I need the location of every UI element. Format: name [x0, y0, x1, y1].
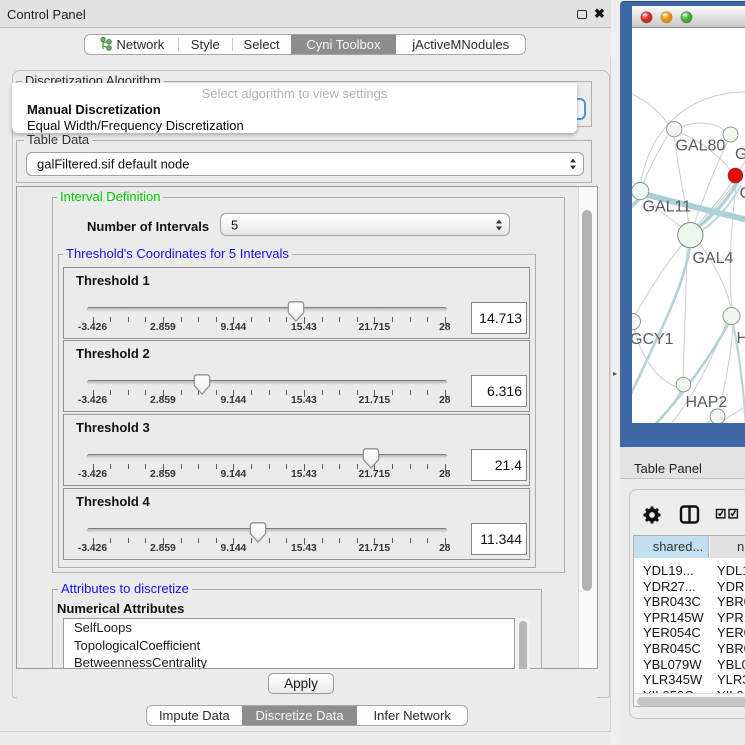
- svg-text:GAL3: GAL3: [735, 146, 745, 163]
- svg-text:GAL11: GAL11: [643, 199, 692, 216]
- svg-text:CDC25: CDC25: [740, 185, 745, 202]
- svg-text:HAP2: HAP2: [686, 394, 728, 411]
- svg-text:GCY1: GCY1: [632, 331, 674, 348]
- svg-text:GAL4: GAL4: [693, 250, 734, 267]
- svg-text:GAL80: GAL80: [676, 138, 726, 155]
- svg-text:HAP1: HAP1: [737, 330, 745, 347]
